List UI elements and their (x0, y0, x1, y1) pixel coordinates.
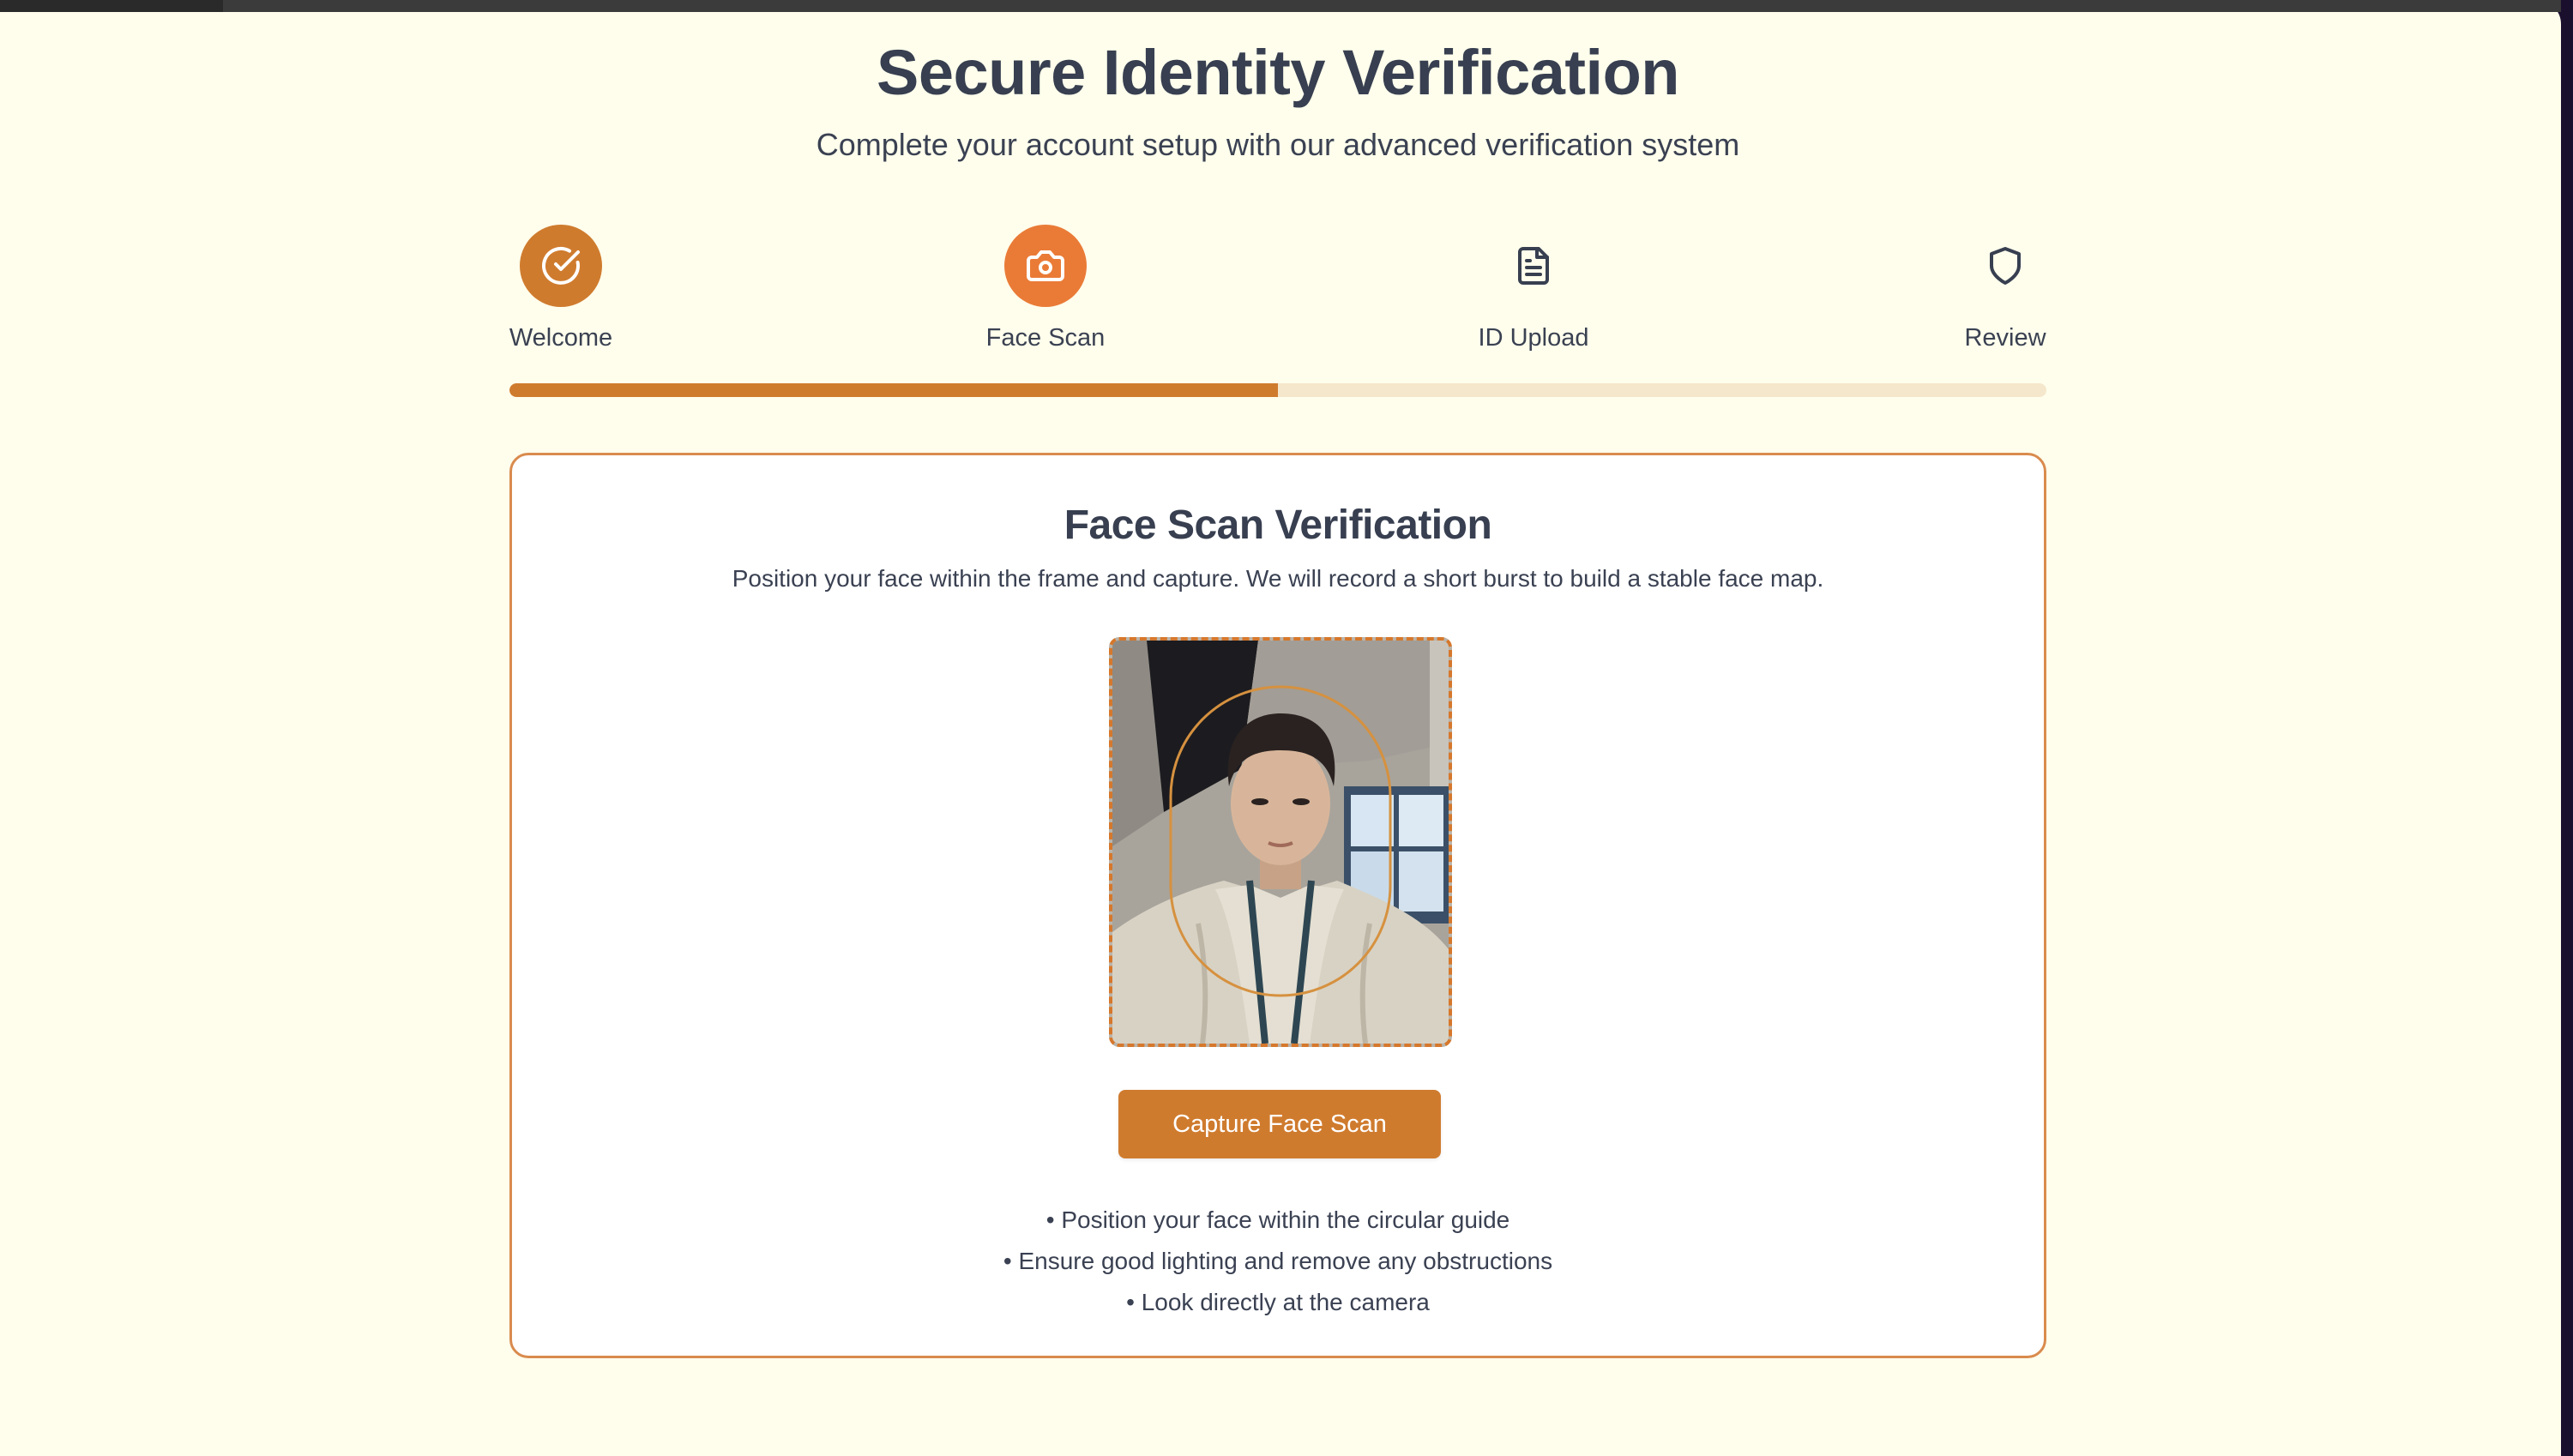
step-label-id-upload: ID Upload (1478, 324, 1589, 352)
window-edge (2561, 0, 2573, 1456)
tip-item: • Look directly at the camera (1126, 1289, 1430, 1315)
camera-icon (1004, 225, 1087, 307)
browser-tab-strip (0, 0, 223, 12)
step-label-welcome: Welcome (509, 324, 613, 352)
progress-bar (509, 383, 2046, 397)
step-welcome[interactable]: Welcome (475, 225, 647, 353)
shield-icon (1964, 225, 2046, 307)
card-title: Face Scan Verification (1064, 502, 1492, 548)
step-label-face-scan: Face Scan (985, 324, 1106, 352)
page-title: Secure Identity Verification (877, 37, 1679, 108)
scan-tips-list: • Position your face within the circular… (512, 1200, 2044, 1323)
card-description: Position your face within the frame and … (732, 565, 1824, 592)
step-face-scan[interactable]: Face Scan (960, 225, 1131, 353)
tip-item: • Position your face within the circular… (1045, 1206, 1510, 1233)
browser-top-bar (0, 0, 2561, 12)
verification-stepper: Welcome Face Scan ID Upload Review (509, 225, 2046, 396)
camera-feed-image (1112, 641, 1449, 1044)
camera-preview (1109, 637, 1452, 1047)
document-icon (1492, 225, 1575, 307)
progress-bar-fill (509, 383, 1278, 397)
tip-item: • Ensure good lighting and remove any ob… (1003, 1248, 1553, 1274)
face-scan-card: Face Scan Verification Position your fac… (509, 453, 2046, 1358)
check-circle-icon (520, 225, 602, 307)
step-id-upload[interactable]: ID Upload (1448, 225, 1619, 353)
step-review[interactable]: Review (1919, 225, 2091, 353)
capture-face-scan-button[interactable]: Capture Face Scan (1118, 1090, 1441, 1158)
step-label-review: Review (1964, 324, 2046, 352)
page-subtitle: Complete your account setup with our adv… (816, 127, 1740, 162)
page-viewport: Secure Identity Verification Complete yo… (0, 0, 2561, 1456)
